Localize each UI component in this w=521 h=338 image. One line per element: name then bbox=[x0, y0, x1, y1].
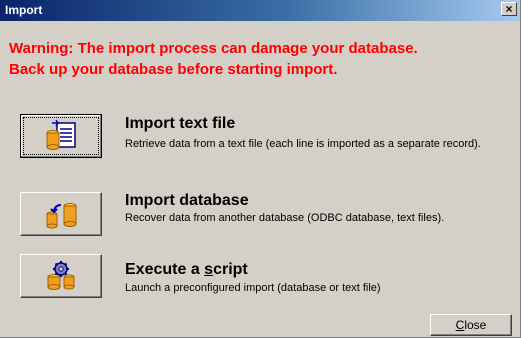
import-database-title: Import database bbox=[125, 192, 249, 209]
execute-script-title-part1: Execute a bbox=[125, 261, 205, 278]
warning-message: Warning: The import process can damage y… bbox=[9, 38, 418, 80]
close-icon: × bbox=[505, 2, 513, 16]
import-text-file-icon bbox=[46, 119, 76, 150]
execute-script-title-accesskey: s bbox=[204, 261, 214, 278]
title-close-button[interactable]: × bbox=[501, 2, 517, 16]
execute-script-title-part2: cript bbox=[213, 261, 248, 278]
window-title: Import bbox=[5, 3, 43, 17]
execute-script-title: Execute a script bbox=[125, 261, 248, 279]
import-database-button[interactable] bbox=[20, 192, 102, 236]
warning-line-1: Warning: The import process can damage y… bbox=[9, 40, 418, 57]
title-bar: Import × bbox=[0, 0, 520, 21]
import-dialog: Import × Warning: The import process can… bbox=[0, 0, 521, 338]
warning-line-2: Back up your database before starting im… bbox=[9, 61, 338, 78]
import-text-file-title: Import text file bbox=[125, 115, 236, 132]
import-database-description: Recover data from another database (ODBC… bbox=[125, 212, 445, 224]
import-text-file-button[interactable] bbox=[20, 114, 102, 158]
execute-script-description: Launch a preconfigured import (database … bbox=[125, 282, 381, 294]
close-button-label: lose bbox=[464, 318, 487, 332]
import-database-icon bbox=[46, 203, 77, 229]
execute-script-button[interactable] bbox=[20, 254, 102, 298]
import-text-file-description: Retrieve data from a text file (each lin… bbox=[125, 138, 481, 150]
execute-script-icon bbox=[47, 261, 75, 290]
close-button[interactable]: Close bbox=[430, 314, 512, 336]
